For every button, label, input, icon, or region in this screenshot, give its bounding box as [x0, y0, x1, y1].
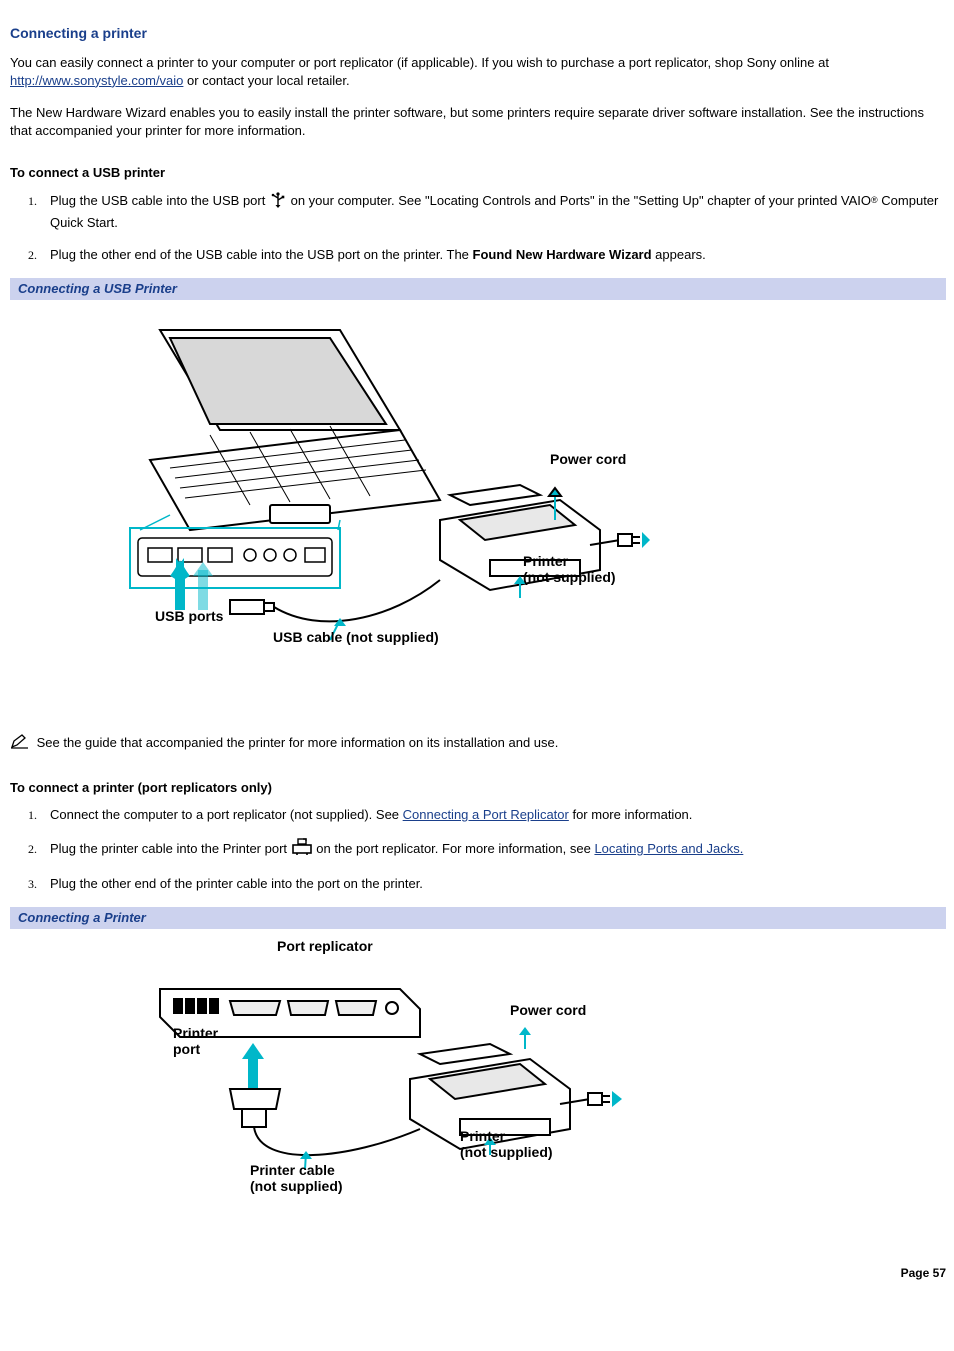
figure-usb-printer: Power cord Printer (not supplied) USB po… — [10, 300, 946, 710]
port-step-3: Plug the other end of the printer cable … — [40, 875, 946, 893]
port-step2-text-a: Plug the printer cable into the Printer … — [50, 841, 291, 856]
port-step1-text-a: Connect the computer to a port replicato… — [50, 807, 403, 822]
figure-usb-caption: Connecting a USB Printer — [10, 278, 946, 300]
figure-port-caption: Connecting a Printer — [10, 907, 946, 929]
fig2-port-replicator-label: Port replicator — [277, 937, 373, 957]
usb-steps-list: Plug the USB cable into the USB port on … — [40, 191, 946, 265]
usb-trident-icon — [269, 191, 287, 214]
port-step1-text-b: for more information. — [569, 807, 693, 822]
fig1-not-supplied-label: (not supplied) — [523, 568, 616, 588]
usb-step-2: Plug the other end of the USB cable into… — [40, 246, 946, 264]
usb-step2-text-b: appears. — [652, 247, 706, 262]
fig1-usb-cable-label: USB cable (not supplied) — [273, 628, 439, 648]
intro-paragraph-2: The New Hardware Wizard enables you to e… — [10, 104, 946, 140]
usb-step1-text-b: on your computer. See "Locating Controls… — [291, 193, 871, 208]
page-title: Connecting a printer — [10, 24, 946, 44]
intro-text-b: or contact your local retailer. — [183, 73, 349, 88]
port-replicator-link[interactable]: Connecting a Port Replicator — [403, 807, 569, 822]
usb-note: See the guide that accompanied the print… — [10, 734, 946, 755]
pencil-note-icon — [10, 734, 30, 755]
usb-step-1: Plug the USB cable into the USB port on … — [40, 191, 946, 232]
intro-text-a: You can easily connect a printer to your… — [10, 55, 829, 70]
page-number: Page 57 — [10, 1265, 946, 1282]
fig2-printer-cable-label-2: (not supplied) — [250, 1177, 343, 1197]
subhead-usb-printer: To connect a USB printer — [10, 164, 946, 182]
fig2-power-cord-label: Power cord — [510, 1001, 586, 1021]
port-step-1: Connect the computer to a port replicato… — [40, 806, 946, 824]
port-step-2: Plug the printer cable into the Printer … — [40, 838, 946, 861]
locating-ports-link[interactable]: Locating Ports and Jacks. — [594, 841, 743, 856]
usb-note-text: See the guide that accompanied the print… — [37, 735, 559, 750]
fig1-usb-ports-label: USB ports — [155, 607, 223, 627]
usb-step1-text-a: Plug the USB cable into the USB port — [50, 193, 269, 208]
printer-port-icon — [291, 838, 313, 861]
usb-step2-text-a: Plug the other end of the USB cable into… — [50, 247, 473, 262]
subhead-port-replicator: To connect a printer (port replicators o… — [10, 779, 946, 797]
fig2-printer-port-label-2: port — [173, 1040, 200, 1060]
port-steps-list: Connect the computer to a port replicato… — [40, 806, 946, 894]
fig1-power-cord-label: Power cord — [550, 450, 626, 470]
fig2-not-supplied-label: (not supplied) — [460, 1143, 553, 1163]
sonystyle-link[interactable]: http://www.sonystyle.com/vaio — [10, 73, 183, 88]
port-step2-text-b: on the port replicator. For more informa… — [316, 841, 594, 856]
figure-port-printer: Port replicator Printer port Power cord … — [10, 929, 946, 1259]
usb-step2-bold: Found New Hardware Wizard — [473, 247, 652, 262]
intro-paragraph-1: You can easily connect a printer to your… — [10, 54, 946, 90]
registered-mark: ® — [871, 195, 878, 205]
